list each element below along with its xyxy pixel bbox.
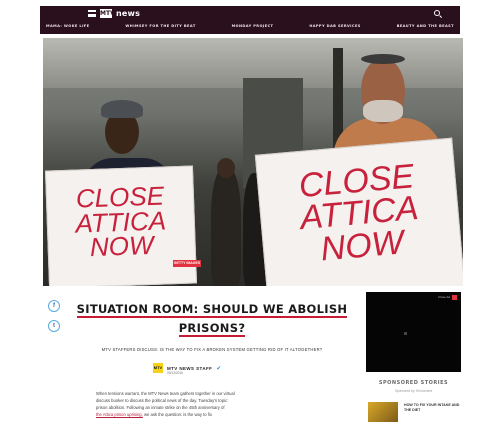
- twitter-icon[interactable]: ✔: [216, 365, 221, 372]
- article-title: SITUATION ROOM: SHOULD WE ABOLISH PRISON…: [74, 300, 350, 338]
- mtv-logo[interactable]: MTV: [100, 9, 115, 18]
- sub-navigation: MAMA: WOKE LIFE WHIMSEY FOR THE DITY BEA…: [46, 24, 454, 28]
- twitter-share-button[interactable]: t: [48, 320, 60, 332]
- news-section-label[interactable]: news: [116, 9, 140, 18]
- sponsored-stories-heading: SPONSORED STORIES: [378, 380, 449, 386]
- facebook-icon: f: [53, 303, 55, 309]
- facebook-share-button[interactable]: f: [48, 300, 60, 312]
- byline: MTV MTV NEWS STAFF ✔ 09/13/2016: [153, 363, 221, 375]
- protester-left-cap: [101, 100, 143, 118]
- author-avatar[interactable]: MTV: [153, 363, 163, 373]
- hero-photo: CLOSE ATTICA NOW CLOSE ATTICA NOW: [43, 38, 463, 286]
- title-line: PRISONS?: [178, 321, 246, 337]
- subnav-item[interactable]: MAMA: WOKE LIFE: [46, 24, 90, 28]
- subnav-item[interactable]: MONDAY PROJECT: [232, 24, 274, 28]
- close-ad-label[interactable]: Close Ad: [438, 295, 450, 299]
- protest-sign-right: CLOSE ATTICA NOW: [254, 137, 463, 286]
- sponsored-by-label[interactable]: Sponsored by: Revcontent: [366, 389, 461, 393]
- close-icon[interactable]: [452, 295, 457, 300]
- subnav-item[interactable]: HAPPY DAB SERVICES: [309, 24, 360, 28]
- protester-right-glasses: [361, 54, 405, 64]
- sign-text: NOW: [89, 230, 154, 263]
- promo-headline[interactable]: HOW TO FIX YOUR INTAKE AND THE DIET: [404, 403, 460, 413]
- twitter-icon: t: [53, 323, 55, 329]
- play-icon[interactable]: [404, 332, 407, 335]
- publish-date: 09/13/2016: [167, 371, 183, 375]
- body-line: discuss bunker to discuss the political …: [96, 398, 229, 403]
- protest-sign-left: CLOSE ATTICA NOW: [44, 165, 198, 286]
- title-line: SITUATION ROOM: SHOULD WE ABOLISH: [76, 302, 348, 318]
- protester-right-beard: [363, 100, 403, 122]
- body-line: we ask the question: is the way to fix: [143, 412, 212, 417]
- body-line: When tensions warrant, the MTV News team…: [96, 391, 235, 396]
- article-subhead: MTV STAFFERS DISCUSS: IS THE WAY TO FIX …: [101, 347, 323, 352]
- subnav-item[interactable]: WHIMSEY FOR THE DITY BEAT: [125, 24, 195, 28]
- video-ad-player[interactable]: Close Ad: [366, 292, 461, 372]
- subnav-item[interactable]: BEAUTY AND THE BEAST: [397, 24, 454, 28]
- site-header: MTV news MAMA: WOKE LIFE WHIMSEY FOR THE…: [40, 6, 460, 34]
- article-link[interactable]: the Attica prison uprising,: [96, 412, 143, 417]
- promo-thumbnail[interactable]: [368, 402, 398, 422]
- background-person-face: [217, 158, 235, 178]
- photo-credit-tag: GETTY IMAGES: [173, 260, 201, 267]
- background-person: [211, 168, 241, 286]
- hamburger-menu-icon[interactable]: [88, 10, 96, 17]
- body-line: prison abolition. Following an inmate st…: [96, 405, 225, 410]
- author-name[interactable]: MTV NEWS STAFF: [167, 366, 212, 371]
- brand[interactable]: MTV news: [88, 9, 140, 18]
- article-body: When tensions warrant, the MTV News team…: [96, 390, 336, 418]
- search-icon[interactable]: [434, 10, 440, 16]
